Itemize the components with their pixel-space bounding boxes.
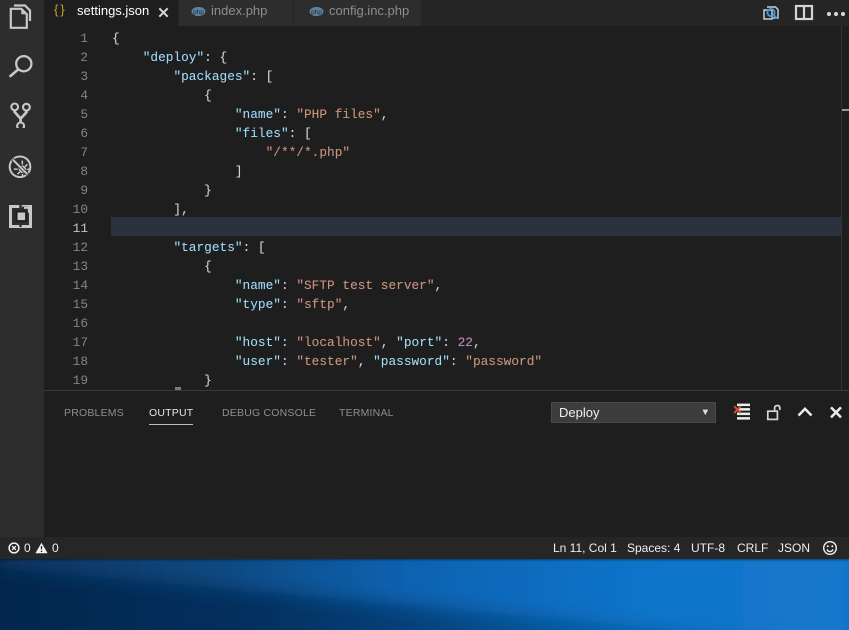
svg-text:php: php bbox=[193, 9, 204, 16]
svg-text:php: php bbox=[311, 9, 322, 16]
